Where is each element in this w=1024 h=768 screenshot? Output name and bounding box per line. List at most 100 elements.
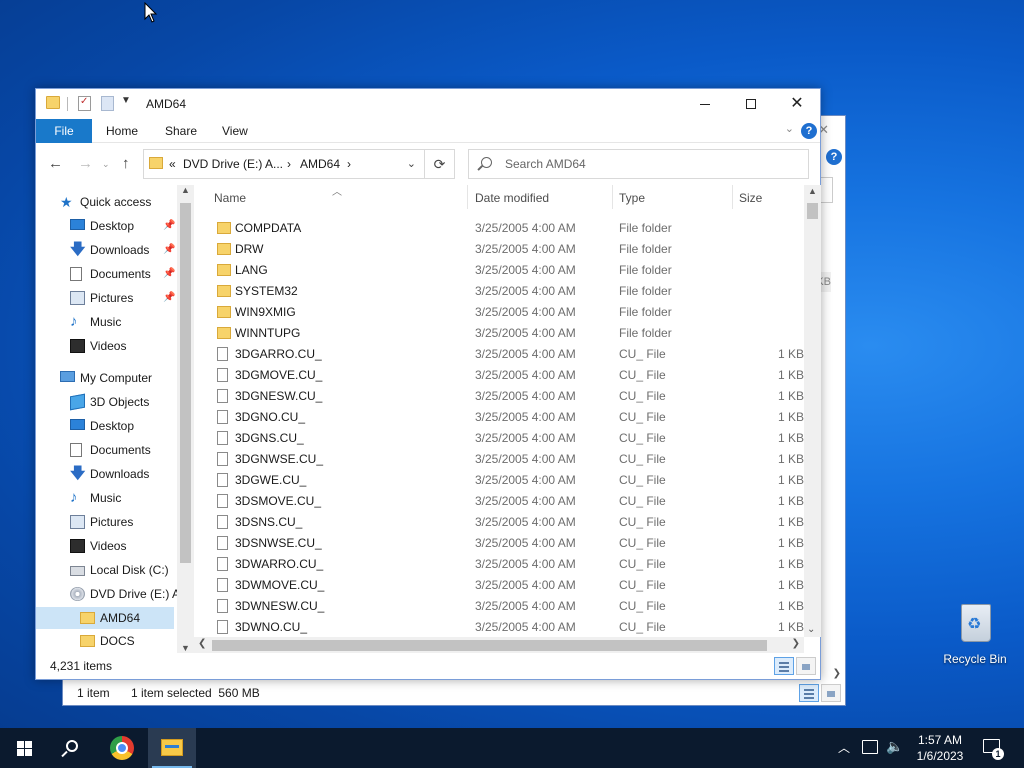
up-arrow-icon[interactable]: ↑	[122, 155, 130, 172]
close-button[interactable]: ✕	[774, 89, 820, 119]
start-button[interactable]	[0, 728, 48, 768]
scroll-left-icon[interactable]: ❮	[198, 638, 206, 649]
file-row[interactable]: 3DGMOVE.CU_ 3/25/2005 4:00 AM CU_ File 1 KB	[194, 364, 804, 385]
scroll-up-icon[interactable]: ▲	[808, 186, 817, 196]
column-date-modified[interactable]: Date modified	[475, 191, 549, 205]
file-row[interactable]: WIN9XMIG 3/25/2005 4:00 AM File folder	[194, 301, 804, 322]
breadcrumb-separator[interactable]: ›	[287, 157, 291, 171]
file-list[interactable]: ︿ Name Date modified Type Size COMPDATA 3…	[194, 185, 804, 637]
nav-item[interactable]: Pictures 📌	[36, 287, 176, 309]
scroll-down-icon[interactable]: ⌄	[807, 624, 815, 635]
navigation-scroll-thumb[interactable]	[180, 203, 191, 563]
file-row[interactable]: 3DSMOVE.CU_ 3/25/2005 4:00 AM CU_ File 1 KB	[194, 490, 804, 511]
nav-item[interactable]: Desktop	[36, 415, 176, 437]
minimize-button[interactable]	[682, 89, 728, 119]
back-arrow-icon[interactable]: ←	[48, 155, 63, 172]
navigation-pane[interactable]: ★ Quick access Desktop 📌 🡇 Downloads 📌 Document…	[36, 185, 194, 655]
file-row[interactable]: 3DSNS.CU_ 3/25/2005 4:00 AM CU_ File 1 KB	[194, 511, 804, 532]
nav-item[interactable]: ♪ Music	[36, 487, 176, 509]
recycle-bin-shortcut[interactable]: ♻ Recycle Bin	[940, 600, 1010, 666]
file-row[interactable]: 3DGARRO.CU_ 3/25/2005 4:00 AM CU_ File 1 KB	[194, 343, 804, 364]
title-bar[interactable]: ▼ AMD64 ✕	[36, 89, 820, 119]
nav-item[interactable]: Desktop 📌	[36, 215, 176, 237]
background-large-icons-view-button[interactable]	[821, 684, 841, 702]
address-history-chevron-down-icon[interactable]: ⌄	[407, 157, 416, 170]
column-divider[interactable]	[732, 185, 733, 209]
file-row[interactable]: 3DGNO.CU_ 3/25/2005 4:00 AM CU_ File 1 KB	[194, 406, 804, 427]
nav-item[interactable]: 🡇 Downloads 📌	[36, 239, 176, 261]
horizontal-scroll-thumb[interactable]	[212, 640, 767, 651]
column-type[interactable]: Type	[619, 191, 645, 205]
large-icons-view-button[interactable]	[796, 657, 816, 675]
nav-item[interactable]: 3D Objects	[36, 391, 176, 413]
breadcrumb-amd64[interactable]: AMD64	[300, 157, 340, 171]
tab-view[interactable]: View	[212, 119, 258, 143]
clock[interactable]: 1:57 AM 1/6/2023	[912, 732, 968, 764]
scroll-down-icon[interactable]: ▼	[181, 643, 190, 653]
scroll-right-icon[interactable]: ❯	[792, 638, 800, 649]
nav-item[interactable]: 🡇 Downloads	[36, 463, 176, 485]
file-row[interactable]: 3DGNWSE.CU_ 3/25/2005 4:00 AM CU_ File 1 KB	[194, 448, 804, 469]
properties-icon[interactable]	[78, 96, 91, 111]
nav-item[interactable]: Videos	[36, 335, 176, 357]
file-row[interactable]: 3DWNO.CU_ 3/25/2005 4:00 AM CU_ File 1 KB	[194, 616, 804, 637]
search-input[interactable]	[505, 156, 795, 172]
explorer-window[interactable]: ▼ AMD64 ✕ File Home Share View ⌄ ? ← → ⌄…	[35, 88, 821, 680]
nav-item[interactable]: Documents	[36, 439, 176, 461]
help-icon[interactable]: ?	[801, 123, 817, 139]
file-row[interactable]: LANG 3/25/2005 4:00 AM File folder	[194, 259, 804, 280]
nav-item[interactable]: DOCS	[36, 630, 176, 652]
recent-locations-chevron-down-icon[interactable]: ⌄	[102, 159, 110, 170]
nav-item[interactable]: ♪ Music	[36, 311, 176, 333]
taskbar-file-explorer-button[interactable]	[148, 728, 196, 768]
refresh-button[interactable]: ⟳	[424, 150, 454, 178]
nav-item[interactable]: Local Disk (C:)	[36, 559, 176, 581]
taskbar-search-button[interactable]	[48, 728, 96, 768]
tab-file[interactable]: File	[36, 119, 92, 143]
column-name[interactable]: Name	[214, 191, 246, 205]
nav-item[interactable]: ★ Quick access	[36, 191, 176, 213]
column-divider[interactable]	[612, 185, 613, 209]
file-row[interactable]: SYSTEM32 3/25/2005 4:00 AM File folder	[194, 280, 804, 301]
file-row[interactable]: 3DWNESW.CU_ 3/25/2005 4:00 AM CU_ File 1 KB	[194, 595, 804, 616]
volume-icon[interactable]: 🔈	[886, 738, 903, 755]
file-row[interactable]: 3DGWE.CU_ 3/25/2005 4:00 AM CU_ File 1 KB	[194, 469, 804, 490]
taskbar-chrome-button[interactable]	[98, 728, 146, 768]
file-row[interactable]: 3DWMOVE.CU_ 3/25/2005 4:00 AM CU_ File 1 KB	[194, 574, 804, 595]
background-scroll-right-icon[interactable]: ❯	[833, 668, 841, 679]
nav-item[interactable]: Videos	[36, 535, 176, 557]
file-row[interactable]: COMPDATA 3/25/2005 4:00 AM File folder	[194, 217, 804, 238]
new-folder-icon[interactable]	[101, 96, 114, 111]
search-box[interactable]	[468, 149, 809, 179]
scroll-up-icon[interactable]: ▲	[181, 185, 190, 195]
details-view-button[interactable]	[774, 657, 794, 675]
column-divider[interactable]	[467, 185, 468, 209]
nav-item[interactable]: AMD64	[36, 607, 174, 629]
address-overflow[interactable]: «	[169, 157, 176, 171]
forward-arrow-icon[interactable]: →	[78, 155, 93, 172]
address-bar[interactable]: « DVD Drive (E:) A... › AMD64 › ⌄ ⟳	[143, 149, 455, 179]
tab-home[interactable]: Home	[96, 119, 148, 143]
network-icon[interactable]	[862, 740, 878, 754]
file-list-scroll-thumb[interactable]	[807, 203, 818, 219]
nav-item[interactable]: My Computer	[36, 367, 176, 389]
file-list-vertical-scrollbar[interactable]: ▲ ⌄	[804, 185, 821, 637]
breadcrumb-dvd-drive[interactable]: DVD Drive (E:) A...	[183, 157, 283, 171]
breadcrumb-separator-2[interactable]: ›	[347, 157, 351, 171]
show-hidden-icons-chevron-up-icon[interactable]: ︿	[838, 739, 850, 756]
expand-ribbon-chevron-down-icon[interactable]: ⌄	[785, 122, 794, 135]
navigation-pane-scrollbar[interactable]: ▲ ▼	[177, 185, 194, 655]
file-row[interactable]: WINNTUPG 3/25/2005 4:00 AM File folder	[194, 322, 804, 343]
file-row[interactable]: 3DWARRO.CU_ 3/25/2005 4:00 AM CU_ File 1 KB	[194, 553, 804, 574]
file-row[interactable]: 3DGNESW.CU_ 3/25/2005 4:00 AM CU_ File 1 KB	[194, 385, 804, 406]
file-row[interactable]: 3DGNS.CU_ 3/25/2005 4:00 AM CU_ File 1 KB	[194, 427, 804, 448]
nav-item[interactable]: DVD Drive (E:) Al	[36, 583, 183, 605]
nav-item[interactable]: Pictures	[36, 511, 176, 533]
customize-toolbar-chevron-down-icon[interactable]: ▼	[121, 95, 131, 106]
maximize-button[interactable]	[728, 89, 774, 119]
column-size[interactable]: Size	[739, 191, 762, 205]
tab-share[interactable]: Share	[155, 119, 207, 143]
file-list-horizontal-scrollbar[interactable]: ❮ ❯	[194, 637, 804, 654]
file-row[interactable]: 3DSNWSE.CU_ 3/25/2005 4:00 AM CU_ File 1 KB	[194, 532, 804, 553]
file-row[interactable]: DRW 3/25/2005 4:00 AM File folder	[194, 238, 804, 259]
